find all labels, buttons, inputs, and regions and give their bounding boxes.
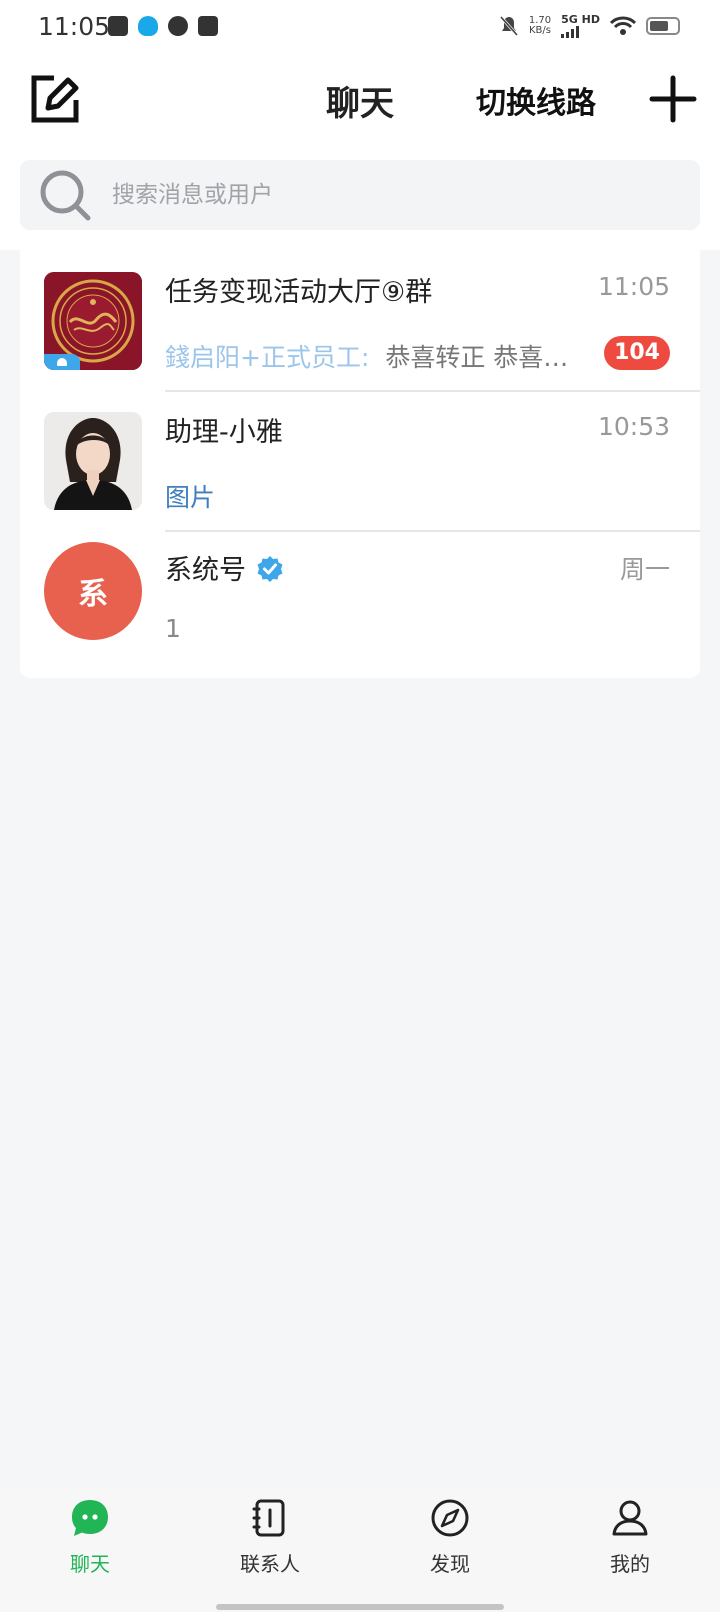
tab-me[interactable]: 我的 <box>540 1486 720 1612</box>
tab-contacts[interactable]: 联系人 <box>180 1486 360 1612</box>
net-type: 5G HD <box>561 13 600 26</box>
chat-item-assistant[interactable]: 助理-小雅 10:53 图片 <box>20 390 700 532</box>
notification-icons <box>108 16 218 36</box>
chat-name: 任务变现活动大厅⑨群 <box>165 277 433 308</box>
net-speed: 1.70 KB/s <box>529 16 551 36</box>
search-icon <box>40 170 91 221</box>
tab-contacts-label: 联系人 <box>240 1552 300 1576</box>
chat-name: 助理-小雅 <box>165 417 283 448</box>
chat-list: 任务变现活动大厅⑨群 11:05 錢启阳+正式员工: 恭喜转正 恭喜… 104 … <box>20 250 700 678</box>
group-avatar <box>44 272 142 370</box>
page-title: 聊天 <box>326 84 394 124</box>
user-avatar <box>44 412 142 510</box>
chat-preview: 1 <box>165 614 181 643</box>
tab-me-label: 我的 <box>610 1552 650 1576</box>
search-input[interactable] <box>112 160 672 230</box>
verified-icon <box>257 556 283 582</box>
qq-icon <box>138 16 158 36</box>
message-icon <box>168 16 188 36</box>
chat-name: 系统号 <box>165 555 246 586</box>
avatar-initial: 系 <box>78 577 108 612</box>
tab-chat-label: 聊天 <box>70 1552 110 1576</box>
net-speed-unit: KB/s <box>529 25 551 36</box>
chat-item-group[interactable]: 任务变现活动大厅⑨群 11:05 錢启阳+正式员工: 恭喜转正 恭喜… 104 <box>20 250 700 392</box>
chat-bubble-icon <box>72 1500 108 1536</box>
tab-chat[interactable]: 聊天 <box>0 1486 180 1612</box>
signal-icon <box>561 26 600 38</box>
tab-discover-label: 发现 <box>430 1552 470 1576</box>
app-icon <box>108 16 128 36</box>
preview-sender: 錢启阳+正式员工: <box>165 343 370 372</box>
status-bar: 11:05 1.70 KB/s 5G HD <box>0 0 720 56</box>
tab-discover[interactable]: 发现 <box>360 1486 540 1612</box>
system-icons: 1.70 KB/s 5G HD <box>499 14 680 38</box>
home-indicator[interactable] <box>216 1604 504 1610</box>
chat-preview: 錢启阳+正式员工: 恭喜转正 恭喜… <box>165 338 568 374</box>
user-profile-icon <box>612 1500 648 1536</box>
battery-icon <box>646 17 680 35</box>
switch-line-button[interactable]: 切换线路 <box>476 78 596 122</box>
top-header: 聊天 切换线路 <box>0 56 720 156</box>
plus-icon[interactable] <box>648 74 698 124</box>
unread-badge: 104 <box>604 336 670 370</box>
chat-item-system[interactable]: 系 系统号 周一 1 <box>20 530 700 672</box>
system-avatar: 系 <box>44 542 142 640</box>
signal-group: 5G HD <box>561 14 600 38</box>
chat-name-wrap: 系统号 <box>165 548 284 587</box>
status-time: 11:05 <box>38 12 111 41</box>
preview-text: 恭喜转正 恭喜… <box>385 343 569 372</box>
group-badge-icon <box>44 354 80 370</box>
bottom-nav: 聊天 联系人 发现 我的 <box>0 1486 720 1612</box>
wifi-icon <box>610 16 636 35</box>
search-section <box>0 156 720 250</box>
mute-icon <box>499 16 518 36</box>
compass-icon <box>431 1499 469 1537</box>
chat-preview: 图片 <box>165 483 216 512</box>
person-portrait-icon <box>44 412 142 510</box>
store-icon <box>198 16 218 36</box>
search-bar[interactable] <box>20 160 700 230</box>
chat-time: 周一 <box>619 555 670 584</box>
contacts-book-icon <box>252 1499 285 1537</box>
chat-time: 11:05 <box>597 272 670 301</box>
chat-time: 10:53 <box>597 412 670 441</box>
